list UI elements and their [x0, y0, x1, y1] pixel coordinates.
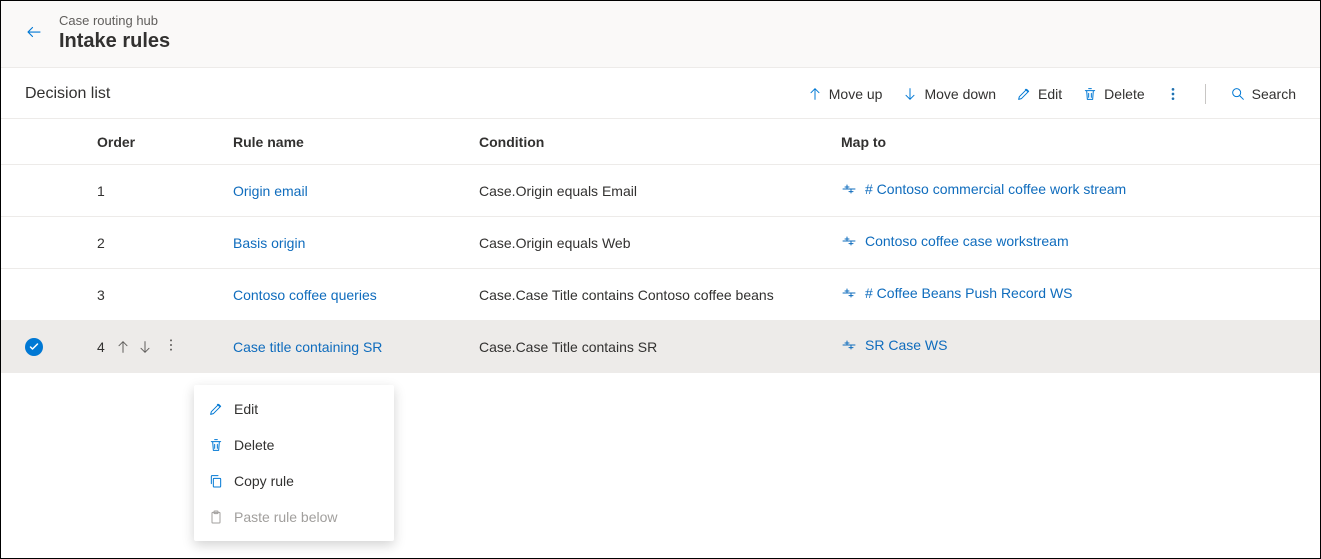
- page-header: Case routing hub Intake rules: [1, 1, 1320, 68]
- move-up-label: Move up: [829, 86, 883, 102]
- row-selected-icon[interactable]: [25, 338, 43, 356]
- search-label: Search: [1252, 86, 1296, 102]
- order-cell: 2: [97, 235, 233, 251]
- edit-label: Edit: [1038, 86, 1062, 102]
- trash-icon: [208, 437, 224, 453]
- cm-edit-label: Edit: [234, 401, 258, 417]
- arrow-down-icon: [902, 86, 918, 102]
- search-icon: [1230, 86, 1246, 102]
- map-link[interactable]: SR Case WS: [841, 337, 947, 353]
- order-cell: 4: [97, 339, 105, 355]
- order-cell: 3: [97, 287, 233, 303]
- table-row[interactable]: 3 Contoso coffee queries Case.Case Title…: [1, 269, 1320, 321]
- map-label: Contoso coffee case workstream: [865, 233, 1069, 249]
- move-up-button[interactable]: Move up: [807, 86, 883, 102]
- condition-cell: Case.Case Title contains SR: [479, 339, 841, 355]
- row-move-up-icon[interactable]: [115, 339, 131, 355]
- workstream-icon: [841, 181, 857, 197]
- map-link[interactable]: # Contoso commercial coffee work stream: [841, 181, 1126, 197]
- map-label: # Contoso commercial coffee work stream: [865, 181, 1126, 197]
- context-menu: Edit Delete Copy rule Paste rule below: [194, 385, 394, 541]
- table-row[interactable]: 2 Basis origin Case.Origin equals Web Co…: [1, 217, 1320, 269]
- decision-table: Order Rule name Condition Map to 1 Origi…: [1, 119, 1320, 373]
- map-link[interactable]: Contoso coffee case workstream: [841, 233, 1069, 249]
- delete-label: Delete: [1104, 86, 1144, 102]
- map-label: SR Case WS: [865, 337, 947, 353]
- map-label: # Coffee Beans Push Record WS: [865, 285, 1073, 301]
- toolbar-separator: [1205, 84, 1206, 104]
- col-order[interactable]: Order: [97, 134, 233, 150]
- cm-edit[interactable]: Edit: [194, 391, 394, 427]
- rule-link[interactable]: Basis origin: [233, 235, 305, 251]
- map-link[interactable]: # Coffee Beans Push Record WS: [841, 285, 1073, 301]
- col-map[interactable]: Map to: [841, 134, 1312, 150]
- condition-cell: Case.Case Title contains Contoso coffee …: [479, 287, 841, 303]
- paste-icon: [208, 509, 224, 525]
- rule-link[interactable]: Contoso coffee queries: [233, 287, 377, 303]
- row-move-down-icon[interactable]: [137, 339, 153, 355]
- search-button[interactable]: Search: [1230, 86, 1296, 102]
- section-title: Decision list: [25, 85, 110, 103]
- table-header: Order Rule name Condition Map to: [1, 119, 1320, 165]
- breadcrumb[interactable]: Case routing hub: [59, 13, 170, 28]
- cm-delete[interactable]: Delete: [194, 427, 394, 463]
- cm-delete-label: Delete: [234, 437, 274, 453]
- edit-button[interactable]: Edit: [1016, 86, 1062, 102]
- rule-link[interactable]: Case title containing SR: [233, 339, 382, 355]
- rule-link[interactable]: Origin email: [233, 183, 308, 199]
- back-arrow-icon[interactable]: [25, 23, 43, 44]
- arrow-up-icon: [807, 86, 823, 102]
- workstream-icon: [841, 337, 857, 353]
- more-button[interactable]: [1165, 86, 1181, 102]
- table-row[interactable]: 1 Origin email Case.Origin equals Email …: [1, 165, 1320, 217]
- cm-paste-label: Paste rule below: [234, 509, 338, 525]
- page-title: Intake rules: [59, 30, 170, 53]
- condition-cell: Case.Origin equals Email: [479, 183, 841, 199]
- pencil-icon: [208, 401, 224, 417]
- cm-paste: Paste rule below: [194, 499, 394, 535]
- cm-copy-label: Copy rule: [234, 473, 294, 489]
- copy-icon: [208, 473, 224, 489]
- toolbar: Decision list Move up Move down Edit Del…: [1, 68, 1320, 119]
- col-condition[interactable]: Condition: [479, 134, 841, 150]
- pencil-icon: [1016, 86, 1032, 102]
- trash-icon: [1082, 86, 1098, 102]
- cm-copy[interactable]: Copy rule: [194, 463, 394, 499]
- row-more-button[interactable]: [163, 337, 179, 356]
- workstream-icon: [841, 285, 857, 301]
- move-down-label: Move down: [924, 86, 996, 102]
- order-cell: 1: [97, 183, 233, 199]
- condition-cell: Case.Origin equals Web: [479, 235, 841, 251]
- move-down-button[interactable]: Move down: [902, 86, 996, 102]
- col-rule[interactable]: Rule name: [233, 134, 479, 150]
- workstream-icon: [841, 233, 857, 249]
- kebab-icon: [163, 337, 179, 353]
- table-row[interactable]: 4 Case title containing SR Case.Case Tit…: [1, 321, 1320, 373]
- kebab-icon: [1165, 86, 1181, 102]
- delete-button[interactable]: Delete: [1082, 86, 1144, 102]
